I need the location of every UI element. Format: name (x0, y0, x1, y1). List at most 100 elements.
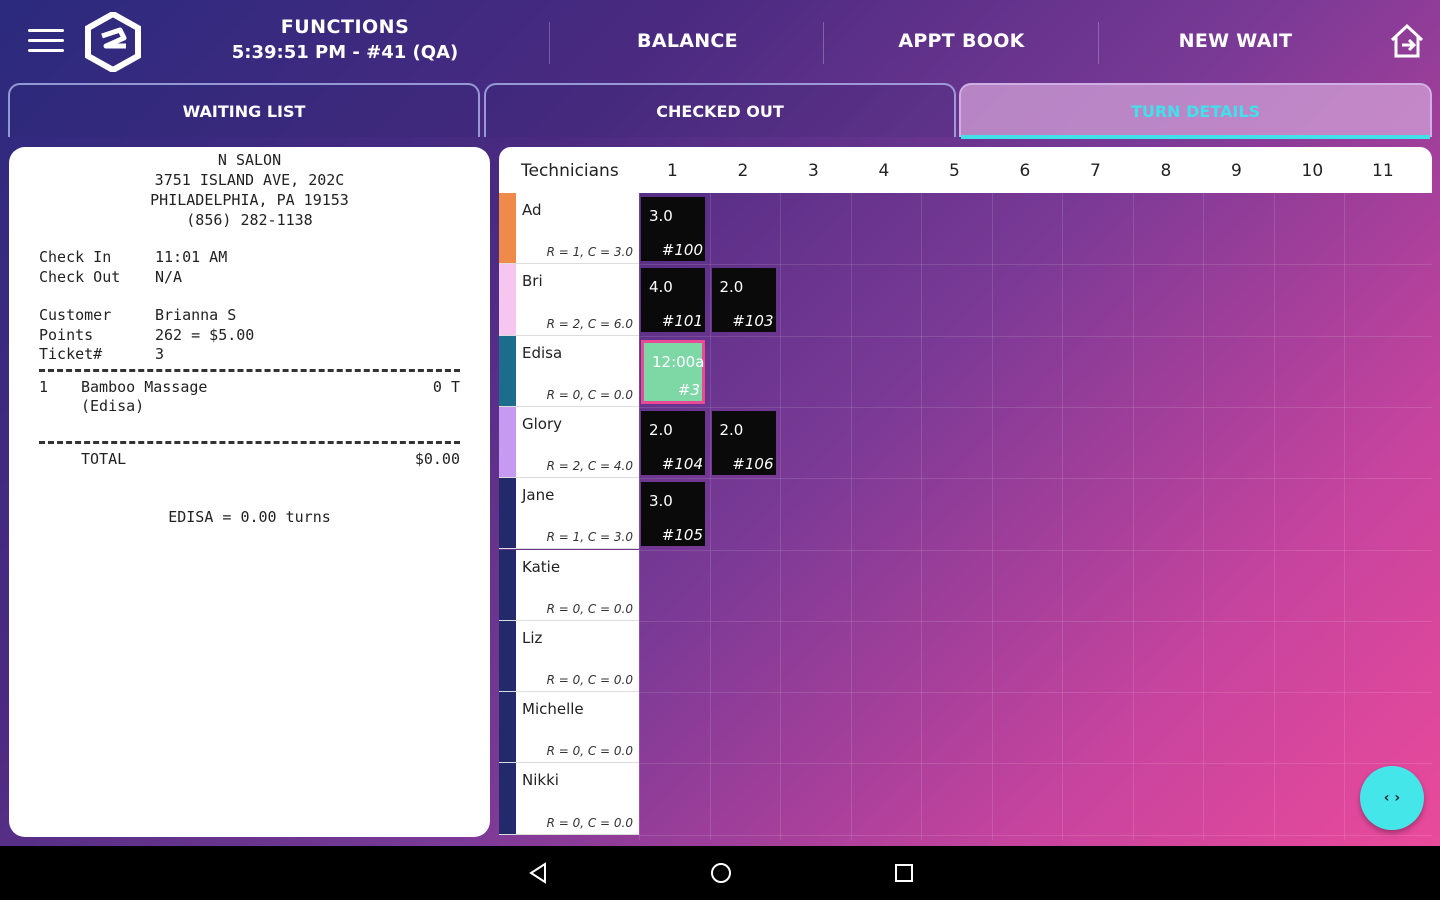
appt-book-button[interactable]: APPT BOOK (834, 30, 1089, 52)
technician-row[interactable]: Ad R = 1, C = 3.0 (499, 193, 639, 265)
check-out-row: Check Out N/A (39, 268, 460, 288)
grid-line (1203, 193, 1204, 840)
divider (39, 440, 460, 444)
turn-cell[interactable]: 3.0 #100 (641, 197, 705, 261)
grid-line (639, 478, 1432, 480)
recents-icon[interactable] (892, 861, 916, 885)
check-in-row: Check In 11:01 AM (39, 248, 460, 268)
technician-stats: R = 0, C = 0.0 (546, 387, 633, 402)
points-label: Points (39, 325, 94, 344)
item-tech-row: (Edisa) (39, 397, 460, 417)
turn-ticket: #106 (732, 454, 774, 473)
grid-line (639, 335, 1432, 337)
expand-fab-button[interactable]: ‹ › (1360, 766, 1424, 830)
technician-stats: R = 2, C = 6.0 (546, 316, 633, 331)
ticket-label: Ticket# (39, 345, 103, 363)
turn-cell[interactable]: 3.0 #105 (641, 482, 705, 547)
turn-grid: Technicians 1 2 3 4 5 6 7 8 9 10 11 Ad R = 1, C = 3… (499, 147, 1432, 840)
column-header: 8 (1160, 161, 1172, 181)
technician-name: Glory (522, 414, 563, 433)
menu-icon[interactable] (28, 29, 64, 55)
technician-name: Edisa (522, 343, 563, 362)
technician-color-bar (499, 193, 516, 264)
top-bar: FUNCTIONS 5:39:51 PM - #41 (QA) BALANCE … (0, 0, 1440, 84)
technician-stats: R = 2, C = 4.0 (546, 459, 633, 474)
back-icon[interactable] (527, 861, 551, 885)
technician-name: Bri (522, 272, 543, 291)
technician-row[interactable]: Edisa R = 0, C = 0.0 (499, 335, 639, 407)
turn-value: 3.0 (649, 492, 673, 511)
turn-ticket: #101 (661, 312, 703, 331)
technician-row[interactable]: Liz R = 0, C = 0.0 (499, 620, 639, 693)
technician-stats: R = 0, C = 0.0 (546, 744, 633, 759)
technician-color-bar (499, 406, 516, 478)
column-header: 11 (1372, 161, 1394, 181)
turn-cell[interactable]: 2.0 #106 (711, 410, 776, 475)
grid-line (639, 193, 640, 840)
check-in-label: Check In (39, 248, 112, 266)
balance-button[interactable]: BALANCE (560, 30, 815, 52)
technician-stats: R = 1, C = 3.0 (546, 245, 633, 260)
grid-line (1132, 193, 1134, 840)
turn-cell[interactable]: 4.0 #101 (641, 268, 705, 333)
grid-header: Technicians 1 2 3 4 5 6 7 8 9 10 11 (499, 147, 1432, 193)
column-header: 7 (1090, 161, 1101, 181)
technician-row[interactable]: Michelle R = 0, C = 0.0 (499, 692, 639, 764)
turn-cell[interactable]: 12:00a #3 (641, 339, 705, 404)
technician-row[interactable]: Bri R = 2, C = 6.0 (499, 264, 639, 336)
check-out-label: Check Out (39, 267, 121, 286)
technician-row[interactable]: Jane R = 1, C = 3.0 (499, 478, 639, 550)
technician-color-bar (499, 478, 516, 549)
technician-row[interactable]: Nikki R = 0, C = 0.0 (499, 763, 639, 835)
turn-cell[interactable]: 2.0 #104 (641, 410, 705, 475)
technician-name: Nikki (522, 771, 559, 790)
column-header: 9 (1231, 161, 1242, 181)
technician-name: Michelle (522, 700, 584, 719)
technicians-header: Technicians (521, 161, 619, 181)
check-out-value: N/A (155, 267, 183, 286)
salon-address-1: 3751 ISLAND AVE, 202C (154, 171, 345, 189)
ticket-row: Ticket# 3 (39, 345, 460, 365)
technician-color-bar (499, 620, 516, 692)
grid-line (1344, 193, 1345, 840)
turn-ticket: #100 (661, 241, 703, 259)
grid-line (639, 834, 1432, 836)
technician-color-bar (499, 549, 516, 620)
technician-color-bar (499, 692, 516, 763)
technician-row[interactable]: Glory R = 2, C = 4.0 (499, 406, 639, 479)
turn-value: 3.0 (649, 207, 673, 225)
technician-row[interactable]: Katie R = 0, C = 0.0 (499, 549, 639, 621)
column-header: 5 (949, 161, 960, 181)
technician-name: Katie (522, 557, 561, 576)
tab-bar: WAITING LIST CHECKED OUT TURN DETAILS (8, 83, 1432, 139)
divider (1098, 22, 1099, 64)
grid-line (1062, 193, 1063, 840)
grid-line (780, 193, 781, 840)
home-icon[interactable] (709, 861, 733, 885)
turn-value: 2.0 (719, 278, 744, 297)
exit-icon[interactable] (1386, 20, 1428, 62)
grid-line (639, 620, 1432, 622)
functions-button[interactable]: FUNCTIONS 5:39:51 PM - #41 (QA) (220, 16, 470, 63)
technician-name: Jane (522, 486, 555, 505)
new-wait-button[interactable]: NEW WAIT (1108, 30, 1363, 52)
grid-line (639, 549, 1432, 551)
customer-row: Customer Brianna S (39, 306, 460, 326)
column-header: 4 (878, 161, 890, 181)
turn-value: 4.0 (649, 278, 673, 297)
technician-stats: R = 0, C = 0.0 (546, 673, 633, 688)
turn-value: 12:00a (652, 352, 705, 371)
tab-checked-out[interactable]: CHECKED OUT (484, 83, 956, 137)
column-header: 2 (737, 161, 749, 181)
tab-waiting-list[interactable]: WAITING LIST (8, 83, 480, 137)
status-line: 5:39:51 PM - #41 (QA) (231, 42, 459, 63)
item-name: Bamboo Massage (81, 377, 208, 396)
tab-turn-details[interactable]: TURN DETAILS (959, 83, 1432, 139)
grid-line (639, 264, 1432, 266)
turn-cell[interactable]: 2.0 #103 (711, 268, 776, 333)
technician-stats: R = 0, C = 0.0 (546, 815, 633, 830)
grid-line (850, 193, 852, 840)
total-row: TOTAL $0.00 (39, 450, 460, 470)
turn-value: 2.0 (719, 420, 744, 439)
customer-value: Brianna S (155, 306, 237, 324)
